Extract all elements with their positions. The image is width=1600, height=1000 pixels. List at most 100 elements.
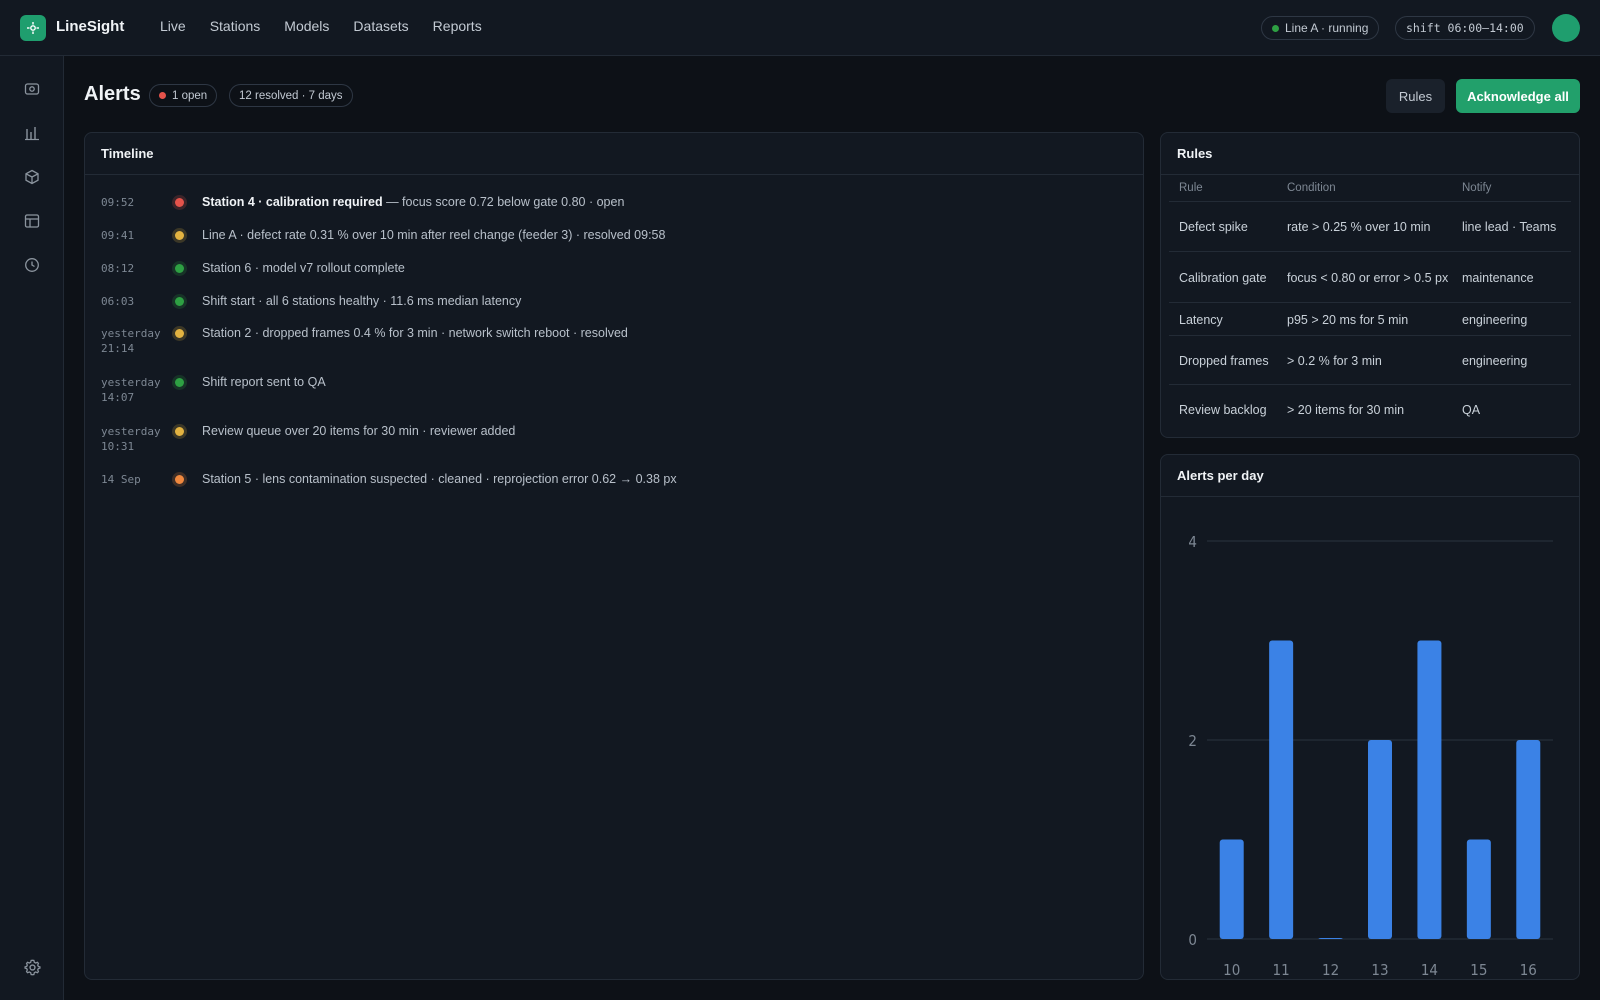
event-time: 08:12 <box>101 262 135 275</box>
camera-icon[interactable] <box>22 79 42 99</box>
rules-table-header: Rule Condition Notify <box>1169 175 1571 202</box>
rule-condition: p95 > 20 ms for 5 min <box>1287 312 1409 327</box>
line-status-pill[interactable]: Line A · running <box>1261 16 1380 40</box>
open-dot-icon <box>159 92 166 99</box>
nav-live[interactable]: Live <box>160 18 186 34</box>
rule-row[interactable]: Review backlog > 20 items for 30 min QA <box>1169 385 1571 435</box>
open-alerts-label: 1 open <box>172 89 208 102</box>
resolved-badge[interactable]: 12 resolved · 7 days <box>229 84 353 107</box>
event-text: Line A · defect rate 0.31 % over 10 min … <box>202 228 666 242</box>
rule-name: Defect spike <box>1179 220 1248 234</box>
event-description: Station 5 · lens contamination suspected… <box>202 472 677 486</box>
bar[interactable] <box>1269 640 1294 940</box>
rule-name: Latency <box>1179 312 1223 327</box>
panel-divider <box>85 174 1143 175</box>
event-description: Shift report sent to QA <box>202 375 326 389</box>
gear-icon[interactable] <box>22 957 42 977</box>
event-description: Shift start · all 6 stations healthy · 1… <box>202 294 521 308</box>
event-text: Station 6 · model v7 rollout complete <box>202 261 405 275</box>
event-text: Station 5 · lens contamination suspected… <box>202 472 677 486</box>
open-alerts-badge[interactable]: 1 open <box>149 84 218 107</box>
y-tick-label: 0 <box>1188 931 1197 949</box>
rule-condition: > 0.2 % for 3 min <box>1287 353 1382 368</box>
rule-name: Calibration gate <box>1179 270 1267 285</box>
sidebar <box>0 56 64 1000</box>
column-header-rule: Rule <box>1179 182 1203 194</box>
bar-chart-icon[interactable] <box>22 123 42 143</box>
page-title: Alerts <box>84 83 141 105</box>
event-time: yesterday 21:14 <box>101 327 161 355</box>
rule-condition: focus < 0.80 or error > 0.5 px <box>1287 270 1449 285</box>
event-description: Station 4 · calibration required — focus… <box>202 195 624 209</box>
rule-notify: engineering <box>1462 353 1528 368</box>
event-time: 14 Sep <box>101 473 141 486</box>
x-tick-label: 13 <box>1371 961 1388 979</box>
column-header-notify: Notify <box>1462 182 1492 194</box>
bar[interactable] <box>1219 839 1244 940</box>
x-tick-label: 12 <box>1322 961 1339 979</box>
rules-table-body: Defect spike rate > 0.25 % over 10 min lin… <box>1169 202 1571 435</box>
bar[interactable] <box>1318 938 1343 939</box>
event-time: 06:03 <box>101 295 135 308</box>
nav-stations[interactable]: Stations <box>210 18 261 34</box>
status-dot-icon <box>1272 24 1279 32</box>
rules-panel: Rules Rule Condition Notify Defect spike… <box>1160 132 1580 438</box>
rules-table: Rule Condition Notify Defect spike rate >… <box>1169 175 1571 435</box>
rules-button[interactable]: Rules <box>1386 79 1445 113</box>
rule-row[interactable]: Defect spike rate > 0.25 % over 10 min lin… <box>1169 202 1571 252</box>
timeline-panel: Timeline 09:52 Station 4 · calibration re… <box>84 132 1144 980</box>
nav-datasets[interactable]: Datasets <box>353 18 408 34</box>
event-highlight: Station 4 · calibration required <box>202 195 383 209</box>
bar[interactable] <box>1368 740 1392 939</box>
app-name: LineSight <box>56 18 125 35</box>
bar[interactable] <box>1516 740 1541 939</box>
x-tick-label: 10 <box>1223 961 1240 979</box>
clock-icon[interactable] <box>22 255 42 275</box>
x-tick-label: 11 <box>1273 961 1290 979</box>
rule-notify: engineering <box>1462 312 1528 327</box>
bar[interactable] <box>1417 640 1442 940</box>
y-tick-label: 4 <box>1188 533 1197 551</box>
chart-title: Alerts per day <box>1177 468 1264 483</box>
shift-pill[interactable]: shift 06:00–14:00 <box>1395 16 1535 40</box>
rule-name: Review backlog <box>1179 403 1267 417</box>
rule-row[interactable]: Latency p95 > 20 ms for 5 min engineering <box>1169 303 1571 336</box>
rule-condition: > 20 items for 30 min <box>1287 403 1405 417</box>
rule-condition: rate > 0.25 % over 10 min <box>1287 220 1431 234</box>
event-time: 09:41 <box>101 229 135 242</box>
timeline-title: Timeline <box>101 146 154 161</box>
event-text: Station 2 · dropped frames 0.4 % for 3 m… <box>202 326 628 340</box>
x-tick-label: 15 <box>1470 961 1487 979</box>
alerts-per-day-chart: 0 2 4 10 11 12 13 14 15 16 <box>1188 533 1553 979</box>
avatar[interactable] <box>1552 14 1580 42</box>
acknowledge-all-button[interactable]: Acknowledge all <box>1456 79 1580 113</box>
alerts-per-day-panel: Alerts per day 0 2 4 10 11 12 13 14 15 16 <box>1160 454 1580 980</box>
severity-dot-icon <box>175 231 184 240</box>
event-description: Station 6 · model v7 rollout complete <box>202 261 405 275</box>
column-header-condition: Condition <box>1287 182 1336 194</box>
top-bar: LineSight Live Stations Models Datasets … <box>0 0 1600 56</box>
event-text: — focus score 0.72 below gate 0.80 · ope… <box>382 195 625 209</box>
severity-dot-icon <box>175 329 184 338</box>
event-time: yesterday 14:07 <box>101 376 161 404</box>
rule-row[interactable]: Calibration gate focus < 0.80 or error > … <box>1169 252 1571 303</box>
event-text: Review queue over 20 items for 30 min · … <box>202 424 516 438</box>
y-tick-label: 2 <box>1188 732 1197 750</box>
rule-row[interactable]: Dropped frames > 0.2 % for 3 min engineeri… <box>1169 336 1571 385</box>
bar[interactable] <box>1466 839 1491 940</box>
severity-dot-icon <box>175 297 184 306</box>
rule-notify: maintenance <box>1462 270 1534 285</box>
rule-notify: line lead · Teams <box>1462 220 1557 234</box>
x-tick-label: 14 <box>1421 961 1438 979</box>
line-status-label: Line A · running <box>1285 21 1369 35</box>
layout-icon[interactable] <box>22 211 42 231</box>
nav-models[interactable]: Models <box>284 18 329 34</box>
event-time: yesterday 10:31 <box>101 425 161 453</box>
severity-dot-icon <box>175 475 184 484</box>
nav-reports[interactable]: Reports <box>433 18 482 34</box>
x-tick-label: 16 <box>1520 961 1537 979</box>
main-nav: Live Stations Models Datasets Reports <box>160 18 506 34</box>
app-logo-icon[interactable] <box>20 15 46 41</box>
cube-icon[interactable] <box>22 167 42 187</box>
severity-dot-icon <box>175 198 184 207</box>
